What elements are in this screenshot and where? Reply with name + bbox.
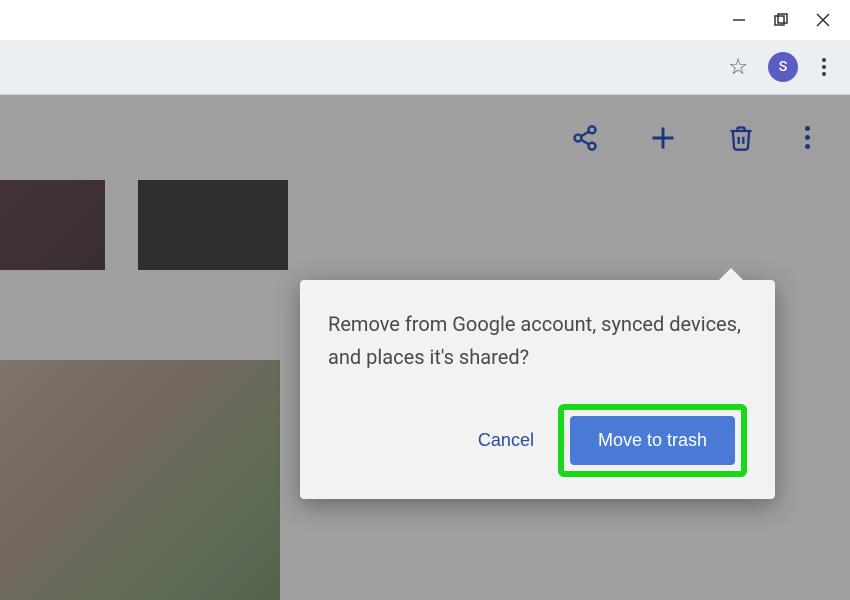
dialog-message: Remove from Google account, synced devic… bbox=[328, 308, 747, 374]
browser-menu-icon[interactable] bbox=[818, 54, 830, 80]
maximize-icon[interactable] bbox=[774, 13, 788, 27]
share-icon[interactable] bbox=[571, 124, 599, 152]
app-surface: Remove from Google account, synced devic… bbox=[0, 95, 850, 600]
profile-avatar[interactable]: S bbox=[768, 52, 798, 82]
more-options-icon[interactable] bbox=[805, 126, 810, 149]
delete-confirmation-dialog: Remove from Google account, synced devic… bbox=[300, 280, 775, 499]
dialog-actions: Cancel Move to trash bbox=[328, 404, 747, 477]
tutorial-highlight: Move to trash bbox=[558, 404, 747, 477]
photo-action-toolbar bbox=[0, 95, 850, 180]
close-icon[interactable] bbox=[816, 13, 830, 27]
browser-toolbar: ☆ S bbox=[0, 40, 850, 95]
add-icon[interactable] bbox=[649, 124, 677, 152]
window-controls bbox=[0, 0, 850, 40]
move-to-trash-button[interactable]: Move to trash bbox=[570, 416, 735, 465]
avatar-initial: S bbox=[779, 59, 787, 75]
trash-icon[interactable] bbox=[727, 124, 755, 152]
minimize-icon[interactable] bbox=[732, 13, 746, 27]
cancel-button[interactable]: Cancel bbox=[472, 422, 540, 459]
bookmark-star-icon[interactable]: ☆ bbox=[728, 55, 748, 80]
